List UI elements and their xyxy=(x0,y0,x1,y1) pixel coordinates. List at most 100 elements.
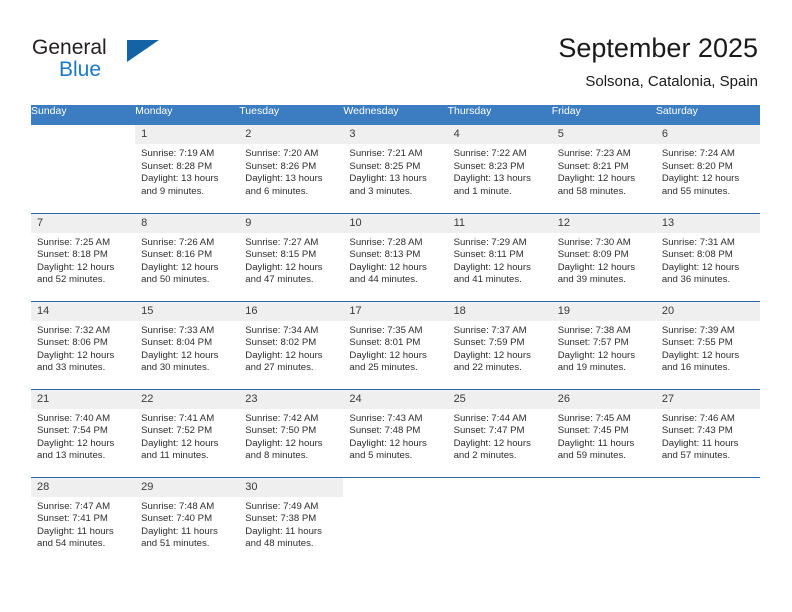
calendar-day-cell[interactable]: 8 Sunrise: 7:26 AM Sunset: 8:16 PM Daylight… xyxy=(135,212,240,301)
day-number: 15 xyxy=(135,301,240,321)
daylight-text-line1: Daylight: 12 hours xyxy=(453,437,531,449)
day-number xyxy=(656,478,760,497)
daylight-text-line1: Daylight: 12 hours xyxy=(37,261,115,273)
calendar-day-cell[interactable]: 3 Sunrise: 7:21 AM Sunset: 8:25 PM Daylight… xyxy=(343,125,448,213)
daylight-text-line1: Daylight: 12 hours xyxy=(245,261,323,273)
day-sun-info: Sunrise: 7:32 AM Sunset: 8:06 PM Daylight:… xyxy=(31,321,135,375)
daylight-text-line1: Daylight: 12 hours xyxy=(661,349,740,361)
day-sun-info: Sunrise: 7:35 AM Sunset: 8:01 PM Daylight:… xyxy=(343,321,447,375)
calendar-day-cell[interactable]: 21 Sunrise: 7:40 AM Sunset: 7:54 PM Dayligh… xyxy=(31,388,136,477)
day-sun-info: Sunrise: 7:45 AM Sunset: 7:45 PM Daylight:… xyxy=(552,409,656,463)
sunrise-text: Sunrise: 7:41 AM xyxy=(141,412,215,424)
calendar-day-cell-empty xyxy=(343,476,448,565)
daylight-text-line1: Daylight: 12 hours xyxy=(661,173,740,185)
calendar-day-cell[interactable]: 11 Sunrise: 7:29 AM Sunset: 8:11 PM Dayligh… xyxy=(447,212,552,301)
sunrise-text: Sunrise: 7:27 AM xyxy=(245,236,319,248)
day-number: 11 xyxy=(447,213,552,233)
calendar-week-row: 21 Sunrise: 7:40 AM Sunset: 7:54 PM Dayligh… xyxy=(31,388,760,477)
calendar-day-cell[interactable]: 28 Sunrise: 7:47 AM Sunset: 7:41 PM Dayligh… xyxy=(31,476,136,565)
sunrise-text: Sunrise: 7:25 AM xyxy=(37,236,111,248)
calendar-day-cell[interactable]: 27 Sunrise: 7:46 AM Sunset: 7:43 PM Dayligh… xyxy=(655,388,760,477)
day-number: 10 xyxy=(343,213,448,233)
day-sun-info: Sunrise: 7:40 AM Sunset: 7:54 PM Daylight:… xyxy=(31,409,135,463)
daylight-text-line2: and 8 minutes. xyxy=(245,450,309,462)
calendar-day-cell[interactable]: 18 Sunrise: 7:37 AM Sunset: 7:59 PM Dayligh… xyxy=(447,300,552,389)
page-title: September 2025 xyxy=(558,33,758,63)
day-number xyxy=(343,478,447,497)
daylight-text-line2: and 41 minutes. xyxy=(453,274,522,286)
sunset-text: Sunset: 8:02 PM xyxy=(245,337,317,349)
day-number: 8 xyxy=(135,213,240,233)
brand-name-blue: Blue xyxy=(59,58,102,81)
calendar-day-cell[interactable]: 20 Sunrise: 7:39 AM Sunset: 7:55 PM Dayligh… xyxy=(655,300,760,389)
sunrise-text: Sunrise: 7:23 AM xyxy=(557,148,631,159)
calendar-day-cell[interactable]: 12 Sunrise: 7:30 AM Sunset: 8:09 PM Dayligh… xyxy=(551,212,656,301)
daylight-text-line2: and 27 minutes. xyxy=(245,362,314,374)
calendar-day-cell[interactable]: 4 Sunrise: 7:22 AM Sunset: 8:23 PM Daylight… xyxy=(447,125,552,213)
day-sun-info: Sunrise: 7:29 AM Sunset: 8:11 PM Daylight:… xyxy=(448,233,552,287)
sunrise-text: Sunrise: 7:32 AM xyxy=(37,324,111,336)
calendar-day-cell[interactable]: 6 Sunrise: 7:24 AM Sunset: 8:20 PM Daylight… xyxy=(655,125,760,213)
day-number: 6 xyxy=(655,125,760,144)
daylight-text-line2: and 19 minutes. xyxy=(557,362,626,374)
daylight-text-line1: Daylight: 12 hours xyxy=(557,349,636,361)
sunset-text: Sunset: 7:54 PM xyxy=(37,425,108,437)
sunset-text: Sunset: 8:20 PM xyxy=(661,160,733,172)
calendar-day-cell[interactable]: 13 Sunrise: 7:31 AM Sunset: 8:08 PM Dayligh… xyxy=(655,212,760,301)
daylight-text-line2: and 47 minutes. xyxy=(245,274,314,286)
calendar-day-cell[interactable]: 2 Sunrise: 7:20 AM Sunset: 8:26 PM Daylight… xyxy=(239,125,344,213)
calendar-day-cell[interactable]: 29 Sunrise: 7:48 AM Sunset: 7:40 PM Dayligh… xyxy=(135,476,240,565)
calendar-day-cell[interactable]: 7 Sunrise: 7:25 AM Sunset: 8:18 PM Daylight… xyxy=(31,212,136,301)
day-number: 20 xyxy=(655,301,760,321)
daylight-text-line1: Daylight: 11 hours xyxy=(557,437,635,449)
page-subtitle: Solsona, Catalonia, Spain xyxy=(585,73,758,90)
daylight-text-line2: and 48 minutes. xyxy=(245,538,314,550)
calendar-day-cell[interactable]: 15 Sunrise: 7:33 AM Sunset: 8:04 PM Dayligh… xyxy=(135,300,240,389)
sunset-text: Sunset: 7:55 PM xyxy=(661,337,733,349)
weekday-header-saturday: Saturday xyxy=(655,105,760,125)
day-sun-info: Sunrise: 7:33 AM Sunset: 8:04 PM Daylight:… xyxy=(135,321,239,375)
sunset-text: Sunset: 7:50 PM xyxy=(245,425,317,437)
sunrise-text: Sunrise: 7:34 AM xyxy=(245,324,319,336)
sunset-text: Sunset: 8:01 PM xyxy=(349,337,421,349)
daylight-text-line1: Daylight: 12 hours xyxy=(37,437,115,449)
calendar-day-cell[interactable]: 1 Sunrise: 7:19 AM Sunset: 8:28 PM Daylight… xyxy=(135,125,240,213)
calendar-day-cell[interactable]: 19 Sunrise: 7:38 AM Sunset: 7:57 PM Dayligh… xyxy=(551,300,656,389)
day-sun-info: Sunrise: 7:39 AM Sunset: 7:55 PM Daylight:… xyxy=(656,321,760,375)
day-number: 30 xyxy=(239,477,344,497)
day-number: 5 xyxy=(551,125,656,144)
daylight-text-line1: Daylight: 12 hours xyxy=(557,173,636,185)
calendar-day-cell[interactable]: 5 Sunrise: 7:23 AM Sunset: 8:21 PM Daylight… xyxy=(551,125,656,213)
daylight-text-line2: and 36 minutes. xyxy=(661,274,731,286)
calendar-day-cell[interactable]: 9 Sunrise: 7:27 AM Sunset: 8:15 PM Daylight… xyxy=(239,212,344,301)
calendar-day-cell[interactable]: 22 Sunrise: 7:41 AM Sunset: 7:52 PM Dayligh… xyxy=(135,388,240,477)
calendar-day-cell[interactable]: 14 Sunrise: 7:32 AM Sunset: 8:06 PM Dayligh… xyxy=(31,300,136,389)
sunrise-text: Sunrise: 7:22 AM xyxy=(453,148,527,159)
day-sun-info: Sunrise: 7:28 AM Sunset: 8:13 PM Daylight:… xyxy=(343,233,447,287)
calendar-day-cell-empty xyxy=(655,476,760,565)
sunrise-text: Sunrise: 7:21 AM xyxy=(349,148,423,159)
daylight-text-line2: and 54 minutes. xyxy=(37,538,106,550)
calendar-day-cell[interactable]: 17 Sunrise: 7:35 AM Sunset: 8:01 PM Dayligh… xyxy=(343,300,448,389)
calendar-day-cell[interactable]: 30 Sunrise: 7:49 AM Sunset: 7:38 PM Dayligh… xyxy=(239,476,344,565)
brand-logo[interactable]: General Blue xyxy=(32,36,212,88)
sunrise-text: Sunrise: 7:26 AM xyxy=(141,236,215,248)
day-number xyxy=(448,478,552,497)
calendar-day-cell[interactable]: 23 Sunrise: 7:42 AM Sunset: 7:50 PM Dayligh… xyxy=(239,388,344,477)
calendar-week-row: 28 Sunrise: 7:47 AM Sunset: 7:41 PM Dayligh… xyxy=(31,476,760,565)
calendar-day-cell[interactable]: 10 Sunrise: 7:28 AM Sunset: 8:13 PM Dayligh… xyxy=(343,212,448,301)
sunrise-text: Sunrise: 7:46 AM xyxy=(661,412,735,424)
sunset-text: Sunset: 8:16 PM xyxy=(141,249,213,261)
weekday-header-monday: Monday xyxy=(135,105,240,125)
calendar-day-cell[interactable]: 26 Sunrise: 7:45 AM Sunset: 7:45 PM Dayligh… xyxy=(551,388,656,477)
calendar-day-cell[interactable]: 24 Sunrise: 7:43 AM Sunset: 7:48 PM Dayligh… xyxy=(343,388,448,477)
daylight-text-line1: Daylight: 12 hours xyxy=(557,261,636,273)
sunset-text: Sunset: 8:23 PM xyxy=(453,160,525,172)
daylight-text-line1: Daylight: 12 hours xyxy=(245,437,323,449)
calendar-day-cell[interactable]: 16 Sunrise: 7:34 AM Sunset: 8:02 PM Dayligh… xyxy=(239,300,344,389)
day-number: 18 xyxy=(447,301,552,321)
calendar-day-cell[interactable]: 25 Sunrise: 7:44 AM Sunset: 7:47 PM Dayligh… xyxy=(447,388,552,477)
daylight-text-line1: Daylight: 12 hours xyxy=(141,349,219,361)
sunrise-text: Sunrise: 7:28 AM xyxy=(349,236,423,248)
sunset-text: Sunset: 7:38 PM xyxy=(245,513,317,525)
